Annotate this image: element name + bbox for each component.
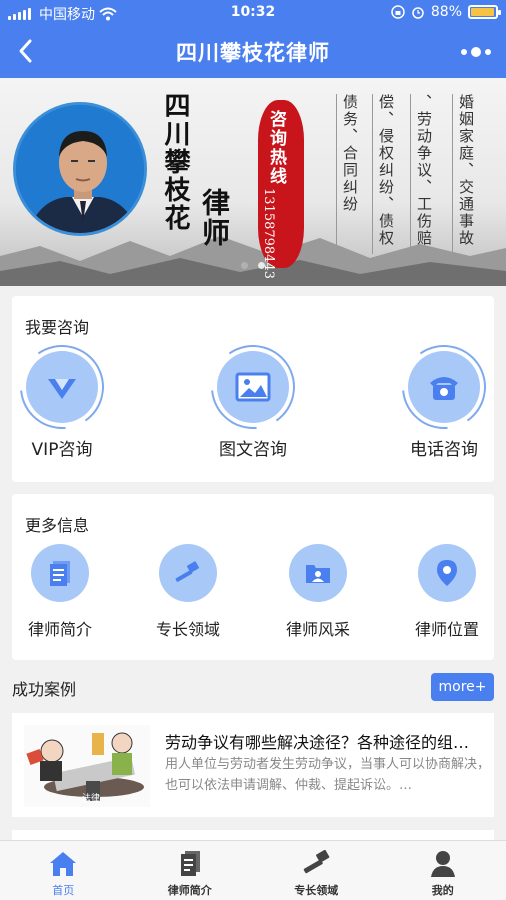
case-title: 劳动争议有哪些解决途径？各种途径的组… [165,733,470,752]
more-info-card: 更多信息 律师简介 专长领域 律师风采 律师位置 [12,494,494,660]
carousel-dots [0,262,506,269]
lawyer-intro-button[interactable]: 律师简介 [5,544,115,640]
tab-home[interactable]: 首页 [0,841,127,900]
lawyer-location-button[interactable]: 律师位置 [392,544,502,640]
banner-title-calligraphy: 四川攀枝花 [160,92,190,232]
image-consult-label: 图文咨询 [219,440,287,460]
nav-bar: 四川攀枝花律师 [0,26,506,78]
lawyer-location-label: 律师位置 [414,620,479,639]
case-description: 用人单位与劳动者发生劳动争议，当事人可以协商解决，也可以依法申请调解、仲裁、提起… [165,757,491,793]
gavel-icon [303,849,330,874]
consult-card: 我要咨询 VIP咨询 图文咨询 电话咨询 [12,296,494,482]
phone-icon [408,351,480,423]
banner-service-2: 、劳动争议、工伤赔 [410,94,433,254]
consult-title: 我要咨询 [25,318,90,337]
image-consult-button[interactable]: 图文咨询 [183,351,323,460]
bottom-tab-bar: 首页 律师简介 专长领域 我的 [0,840,506,900]
banner-service-3: 偿、侵权纠纷、债权 [372,94,395,254]
battery-icon [468,5,501,19]
tab-home-label: 首页 [52,884,75,897]
banner-service-1: 婚姻家庭、交通事故 [452,94,475,254]
gavel-icon [159,544,217,602]
tab-lawyer-intro[interactable]: 律师简介 [127,841,254,900]
rotation-lock-icon [391,5,405,19]
alarm-icon [412,7,424,19]
cases-more-button[interactable]: more+ [431,673,494,701]
tab-expertise-label: 专长领域 [294,884,339,897]
lawyer-style-label: 律师风采 [285,620,350,639]
lawyer-avatar [13,102,147,236]
case-item[interactable]: 法律 劳动争议有哪些解决途径？各种途径的组… 用人单位与劳动者发生劳动争议，当事… [12,713,494,817]
banner-lawyer-calligraphy: 律师 [198,188,231,248]
more-options-icon[interactable] [458,40,494,64]
banner-service-4: 债务、合同纠纷 [336,94,359,254]
case-image-text: 法律 [82,792,100,804]
more-info-title: 更多信息 [25,516,90,535]
phone-consult-label: 电话咨询 [410,440,478,460]
tab-mine-label: 我的 [431,884,454,897]
vip-icon [26,351,98,423]
status-bar: 中国移动 10:32 88% [0,0,506,26]
tab-expertise[interactable]: 专长领域 [253,841,380,900]
vip-consult-button[interactable]: VIP咨询 [0,351,132,460]
expertise-label: 专长领域 [155,620,220,639]
expertise-button[interactable]: 专长领域 [133,544,243,640]
carousel-dot[interactable] [258,262,265,269]
home-icon [50,852,77,876]
tab-mine[interactable]: 我的 [380,841,506,900]
hotline-label: 咨询热线 [266,110,286,186]
vip-consult-label: VIP咨询 [31,440,93,460]
page-title: 四川攀枝花律师 [176,41,330,65]
phone-consult-button[interactable]: 电话咨询 [374,351,506,460]
document-icon [180,851,200,876]
banner-carousel[interactable]: 四川攀枝花 律师 咨询热线 13158798443 婚姻家庭、交通事故 、劳动争… [0,78,506,286]
user-icon [430,851,455,877]
carousel-dot[interactable] [241,262,248,269]
folder-icon [289,544,347,602]
location-icon [418,544,476,602]
case-image: 法律 [24,725,150,807]
lawyer-style-button[interactable]: 律师风采 [263,544,373,640]
battery-percent: 88% [430,4,462,20]
image-icon [217,351,289,423]
document-icon [31,544,89,602]
tab-lawyer-intro-label: 律师简介 [167,884,212,897]
lawyer-intro-label: 律师简介 [27,620,92,639]
status-right: 88% [391,4,501,20]
cases-title: 成功案例 [12,680,77,699]
